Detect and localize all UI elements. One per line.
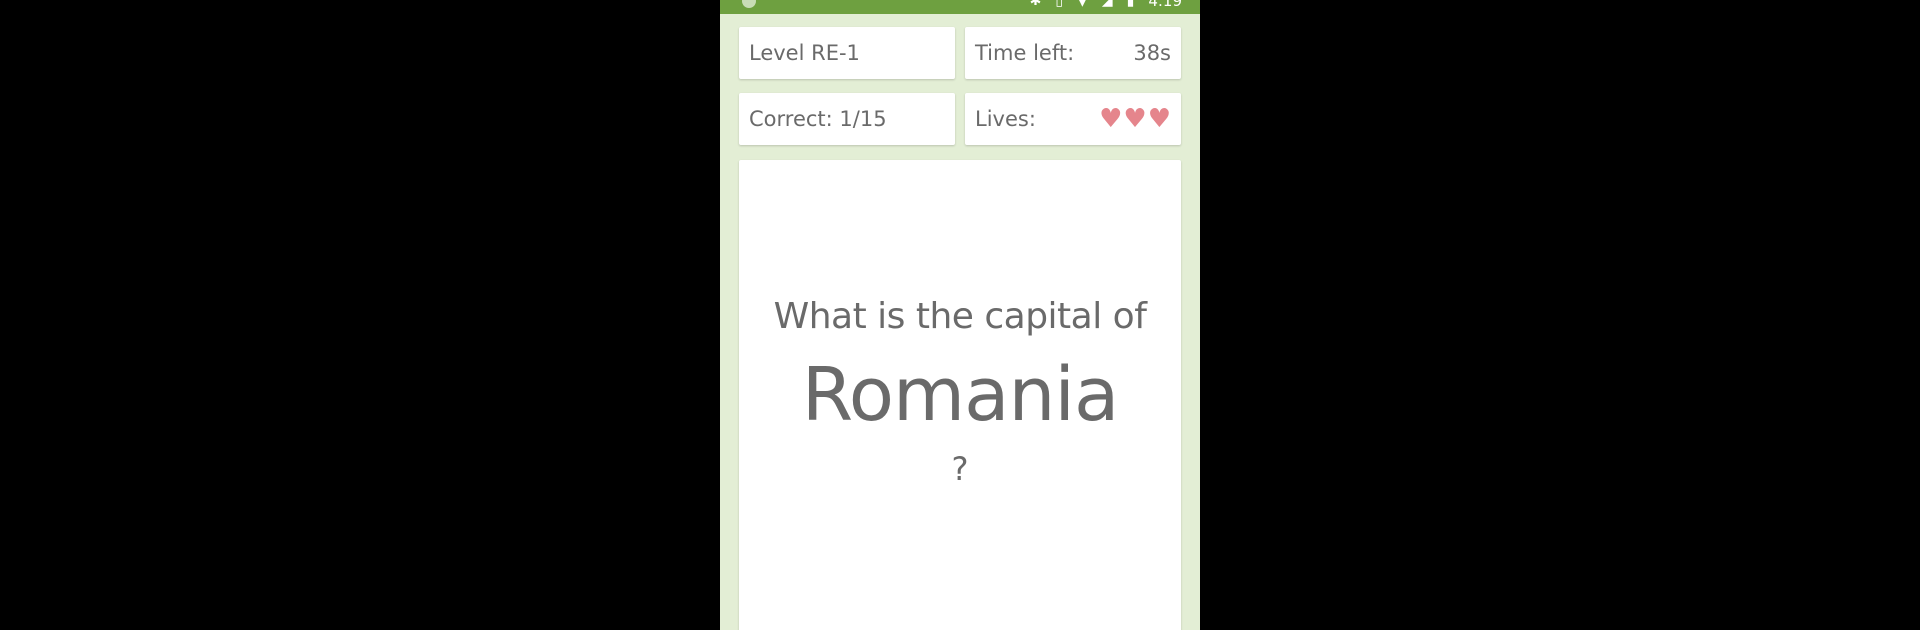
status-bar: ✱ ▯ ▼ ◢ ▮ 4:19 (720, 0, 1200, 14)
status-time: 4:19 (1148, 0, 1182, 10)
signal-icon: ◢ (1101, 0, 1113, 9)
battery-icon: ▮ (1126, 0, 1135, 9)
question-country: Romania (801, 352, 1120, 438)
heart-icon: ♥ (1099, 104, 1123, 134)
question-prefix: What is the capital of (773, 296, 1147, 337)
notification-icon (742, 0, 756, 8)
status-icons: ✱ ▯ ▼ ◢ ▮ 4:19 (1030, 0, 1182, 10)
wifi-icon: ▼ (1077, 0, 1088, 9)
heart-icon: ♥ (1147, 104, 1171, 134)
question-suffix: ? (951, 450, 969, 488)
time-left-label: Time left: (975, 41, 1075, 65)
lives-card: Lives: ♥ ♥ ♥ (965, 93, 1181, 145)
lives-label: Lives: (975, 107, 1036, 131)
lives-hearts: ♥ ♥ ♥ (1099, 106, 1171, 132)
question-card[interactable]: What is the capital of Romania ? (739, 160, 1181, 630)
phone-screen: ✱ ▯ ▼ ◢ ▮ 4:19 Level RE-1 Time left: 38s… (720, 0, 1200, 630)
vibrate-icon: ▯ (1055, 0, 1064, 9)
time-left-value: 38s (1133, 41, 1171, 65)
level-label: Level RE-1 (749, 41, 860, 65)
heart-icon: ♥ (1123, 104, 1147, 134)
level-card: Level RE-1 (739, 27, 955, 79)
score-card: Correct: 1/15 (739, 93, 955, 145)
timer-card: Time left: 38s (965, 27, 1181, 79)
bluetooth-icon: ✱ (1029, 0, 1042, 9)
correct-count: Correct: 1/15 (749, 107, 887, 131)
